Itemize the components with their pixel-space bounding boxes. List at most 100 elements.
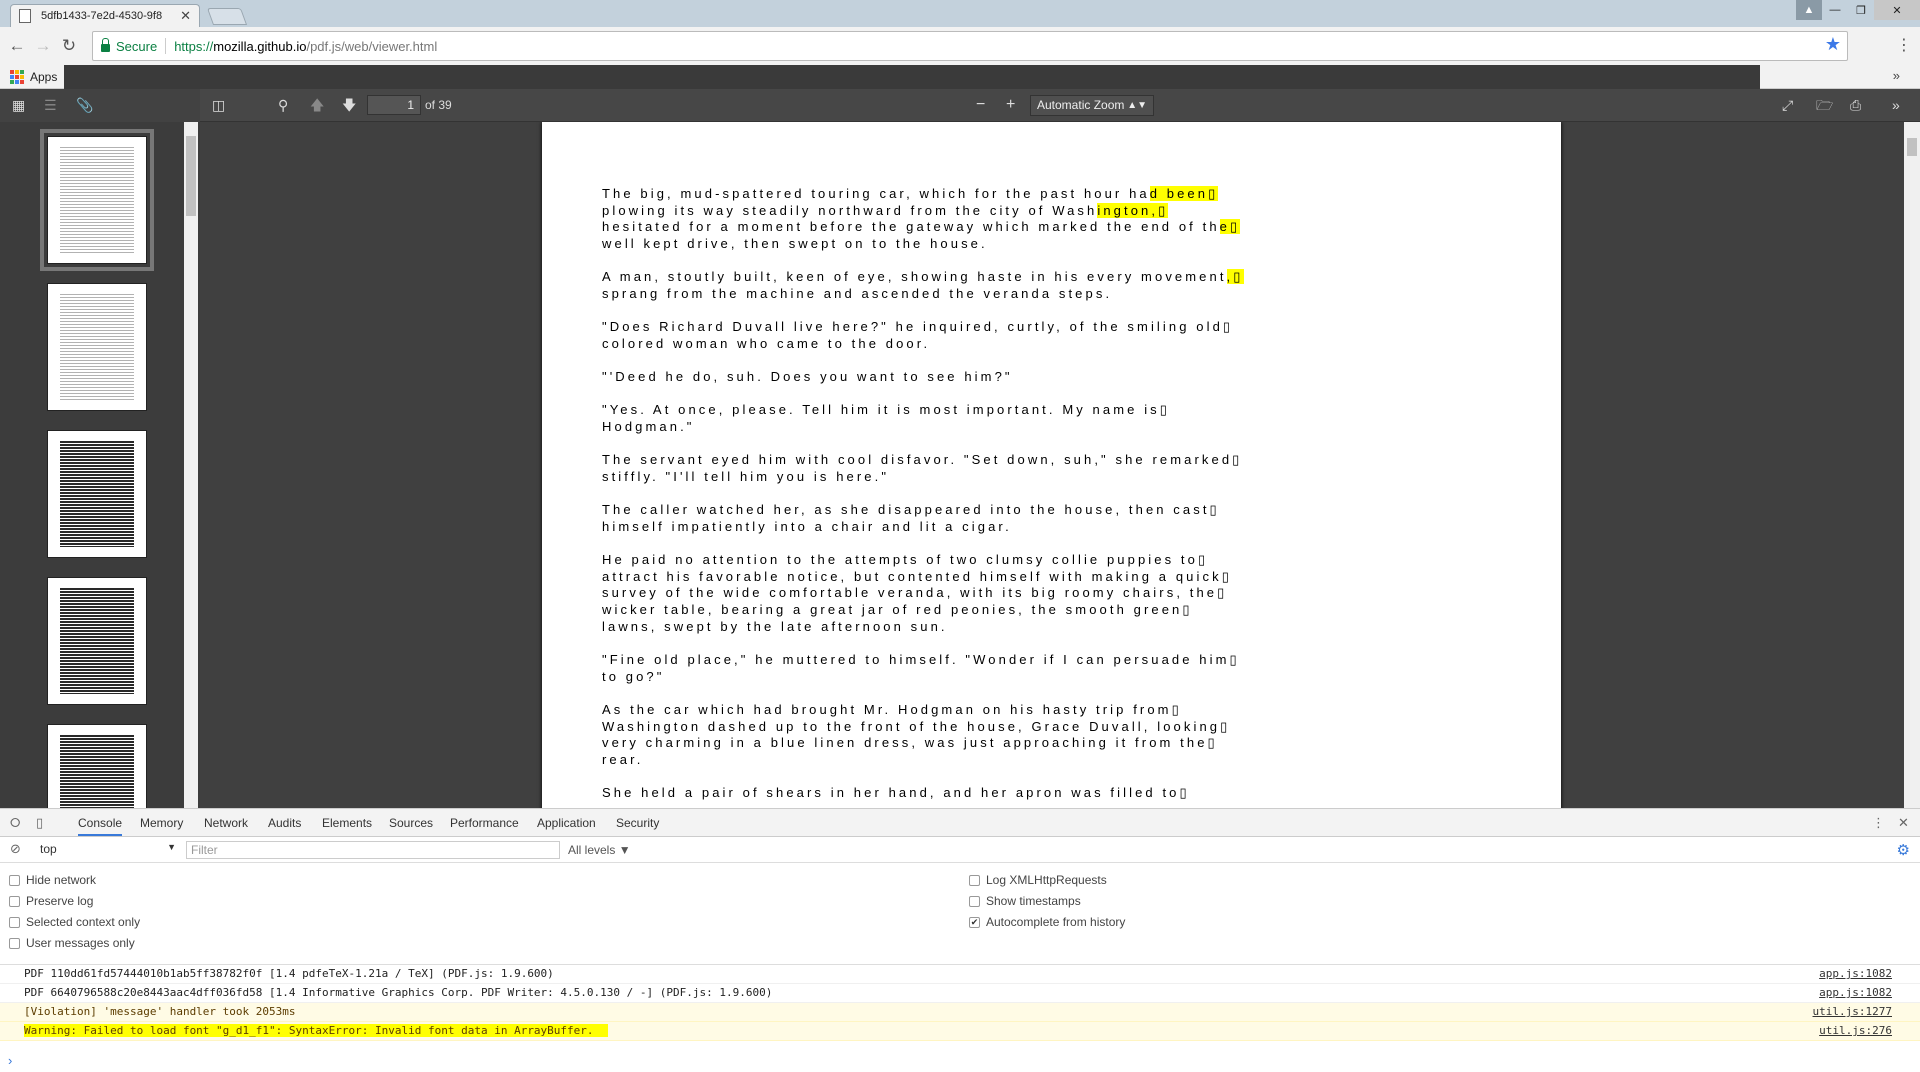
option-log-xhr[interactable]: Log XMLHttpRequests <box>969 873 1107 887</box>
pdf-text-line: Washington dashed up to the front of the… <box>602 718 1231 734</box>
close-window-icon[interactable]: ✕ <box>1874 0 1920 20</box>
dropdown-arrow-icon: ▼ <box>167 842 176 852</box>
print-icon[interactable]: ⎙ <box>1850 97 1861 113</box>
minimize-icon[interactable]: — <box>1822 0 1848 20</box>
source-link[interactable]: util.js:276 <box>1819 1022 1892 1040</box>
pdf-text-line: "Fine old place," he muttered to himself… <box>602 652 1240 668</box>
zoom-in-icon[interactable]: + <box>1006 97 1015 113</box>
bookmarks-overflow-icon[interactable]: » <box>1893 68 1900 83</box>
forward-arrow-icon[interactable]: → <box>30 36 56 56</box>
checkbox[interactable] <box>9 916 20 928</box>
source-link[interactable]: util.js:1277 <box>1813 1003 1892 1021</box>
sidebar-toggle-icon[interactable]: ◫ <box>212 97 225 113</box>
checkbox[interactable] <box>9 937 20 949</box>
option-label: User messages only <box>26 936 135 950</box>
highlighted-text: e▯ <box>1219 219 1241 235</box>
zoom-value: Automatic Zoom <box>1037 98 1125 112</box>
page-number-input[interactable]: 1 <box>367 95 421 115</box>
pdf-text-line: As the car which had brought Mr. Hodgman… <box>602 701 1182 717</box>
option-timestamps[interactable]: Show timestamps <box>969 894 1081 908</box>
devtools-tabbar: ⭘ ▯ Console Memory Network Audits Elemen… <box>0 809 1920 837</box>
tab-application[interactable]: Application <box>537 816 596 830</box>
log-levels-select[interactable]: All levels ▼ <box>568 843 631 857</box>
dropdown-arrow-icon: ▼ <box>618 843 631 857</box>
pdf-text-line: He paid no attention to the attempts of … <box>602 552 1209 568</box>
tab-memory[interactable]: Memory <box>140 816 183 830</box>
user-icon[interactable]: ▲ <box>1796 0 1822 20</box>
context-select[interactable]: top ▼ <box>40 842 176 856</box>
apps-bookmark[interactable]: Apps <box>30 70 57 84</box>
page-thumbnail[interactable] <box>47 283 147 411</box>
pdf-paragraph: "Does Richard Duvall live here?" he inqu… <box>602 319 1502 352</box>
zoom-select[interactable]: Automatic Zoom ▲▼ <box>1030 95 1154 116</box>
page-thumbnail[interactable] <box>47 430 147 558</box>
apps-grid-icon[interactable] <box>10 69 24 84</box>
checkbox[interactable] <box>969 874 980 886</box>
source-link[interactable]: app.js:1082 <box>1819 984 1892 1002</box>
scrollbar-thumb[interactable] <box>186 136 196 216</box>
close-tab-icon[interactable]: ✕ <box>180 8 191 24</box>
checkbox[interactable] <box>969 895 980 907</box>
bookmarks-bar: Apps » <box>0 65 1920 89</box>
checkbox[interactable] <box>9 895 20 907</box>
new-tab-button[interactable] <box>206 8 248 25</box>
option-selected-context[interactable]: Selected context only <box>9 915 140 929</box>
filter-input[interactable]: Filter <box>186 841 560 859</box>
console-settings: Hide network Preserve log Selected conte… <box>0 863 1920 965</box>
device-toolbar-icon[interactable]: ▯ <box>36 815 43 831</box>
attachments-icon[interactable]: 📎 <box>76 97 93 113</box>
option-preserve-log[interactable]: Preserve log <box>9 894 93 908</box>
page-text: The big, mud-spattered touring car, whic… <box>602 186 1502 808</box>
tab-console[interactable]: Console <box>78 816 123 836</box>
console-warning: [Violation] 'message' handler took 2053m… <box>0 1003 1920 1022</box>
message-text: PDF 6640796588c20e8443aac4dff036fd58 [1.… <box>24 986 773 999</box>
highlighted-text: ington,▯ <box>1097 202 1169 218</box>
secure-label: Secure <box>116 38 158 54</box>
thumbnail-text <box>60 588 134 694</box>
tab-network[interactable]: Network <box>204 816 248 830</box>
pdf-text-line: colored woman who came to the door. <box>602 335 931 351</box>
presentation-mode-icon[interactable]: ⤢ <box>1782 97 1793 113</box>
tab-sources[interactable]: Sources <box>389 816 433 830</box>
option-user-messages[interactable]: User messages only <box>9 936 135 950</box>
tools-icon[interactable]: » <box>1892 97 1900 113</box>
sidebar-scrollbar[interactable] <box>184 122 198 808</box>
pdf-text-line: rear. <box>602 752 644 768</box>
option-autocomplete[interactable]: ✔ Autocomplete from history <box>969 915 1125 929</box>
bookmark-star-icon[interactable]: ★ <box>1825 34 1841 55</box>
close-devtools-icon[interactable]: ✕ <box>1898 815 1909 831</box>
console-prompt[interactable]: › <box>8 1053 12 1068</box>
tab-security[interactable]: Security <box>616 816 659 830</box>
clear-console-icon[interactable]: ⊘ <box>10 841 21 857</box>
console-filterbar: ⊘ top ▼ Filter All levels ▼ ⚙ <box>0 837 1920 863</box>
levels-label: All levels <box>568 843 616 857</box>
search-icon[interactable]: ⚲ <box>278 97 288 113</box>
checkbox[interactable] <box>9 874 20 886</box>
tab-performance[interactable]: Performance <box>450 816 519 830</box>
tab-elements[interactable]: Elements <box>322 816 372 830</box>
gear-icon[interactable]: ⚙ <box>1897 841 1910 859</box>
back-arrow-icon[interactable]: ← <box>4 36 30 56</box>
zoom-out-icon[interactable]: − <box>976 97 985 113</box>
next-page-icon[interactable]: 🡇 <box>342 97 356 113</box>
previous-page-icon[interactable]: 🡅 <box>310 97 324 113</box>
checkbox-checked[interactable]: ✔ <box>969 916 980 928</box>
restore-icon[interactable]: ❐ <box>1848 0 1874 20</box>
pdf-paragraph: The servant eyed him with cool disfavor.… <box>602 452 1502 485</box>
page-thumbnail[interactable] <box>47 577 147 705</box>
source-link[interactable]: app.js:1082 <box>1819 965 1892 983</box>
option-hide-network[interactable]: Hide network <box>9 873 96 887</box>
outline-icon[interactable]: ☰ <box>44 97 57 113</box>
tab-audits[interactable]: Audits <box>268 816 301 830</box>
scrollbar-thumb[interactable] <box>1907 138 1917 156</box>
inspect-element-icon[interactable]: ⭘ <box>10 815 20 831</box>
open-file-icon[interactable]: 🗁 <box>1816 97 1833 113</box>
address-bar[interactable]: Secure https://mozilla.github.io/pdf.js/… <box>92 31 1848 61</box>
devtools-menu-icon[interactable]: ⋮ <box>1872 815 1885 831</box>
browser-tab[interactable]: 5dfb1433-7e2d-4530-9f8 ✕ <box>10 4 200 27</box>
page-thumbnail[interactable] <box>40 129 154 271</box>
content-scrollbar[interactable] <box>1904 122 1920 808</box>
thumbnails-icon[interactable]: ▦ <box>12 97 25 113</box>
reload-icon[interactable]: ↻ <box>56 36 82 56</box>
chrome-menu-icon[interactable]: ⋮ <box>1896 35 1912 55</box>
